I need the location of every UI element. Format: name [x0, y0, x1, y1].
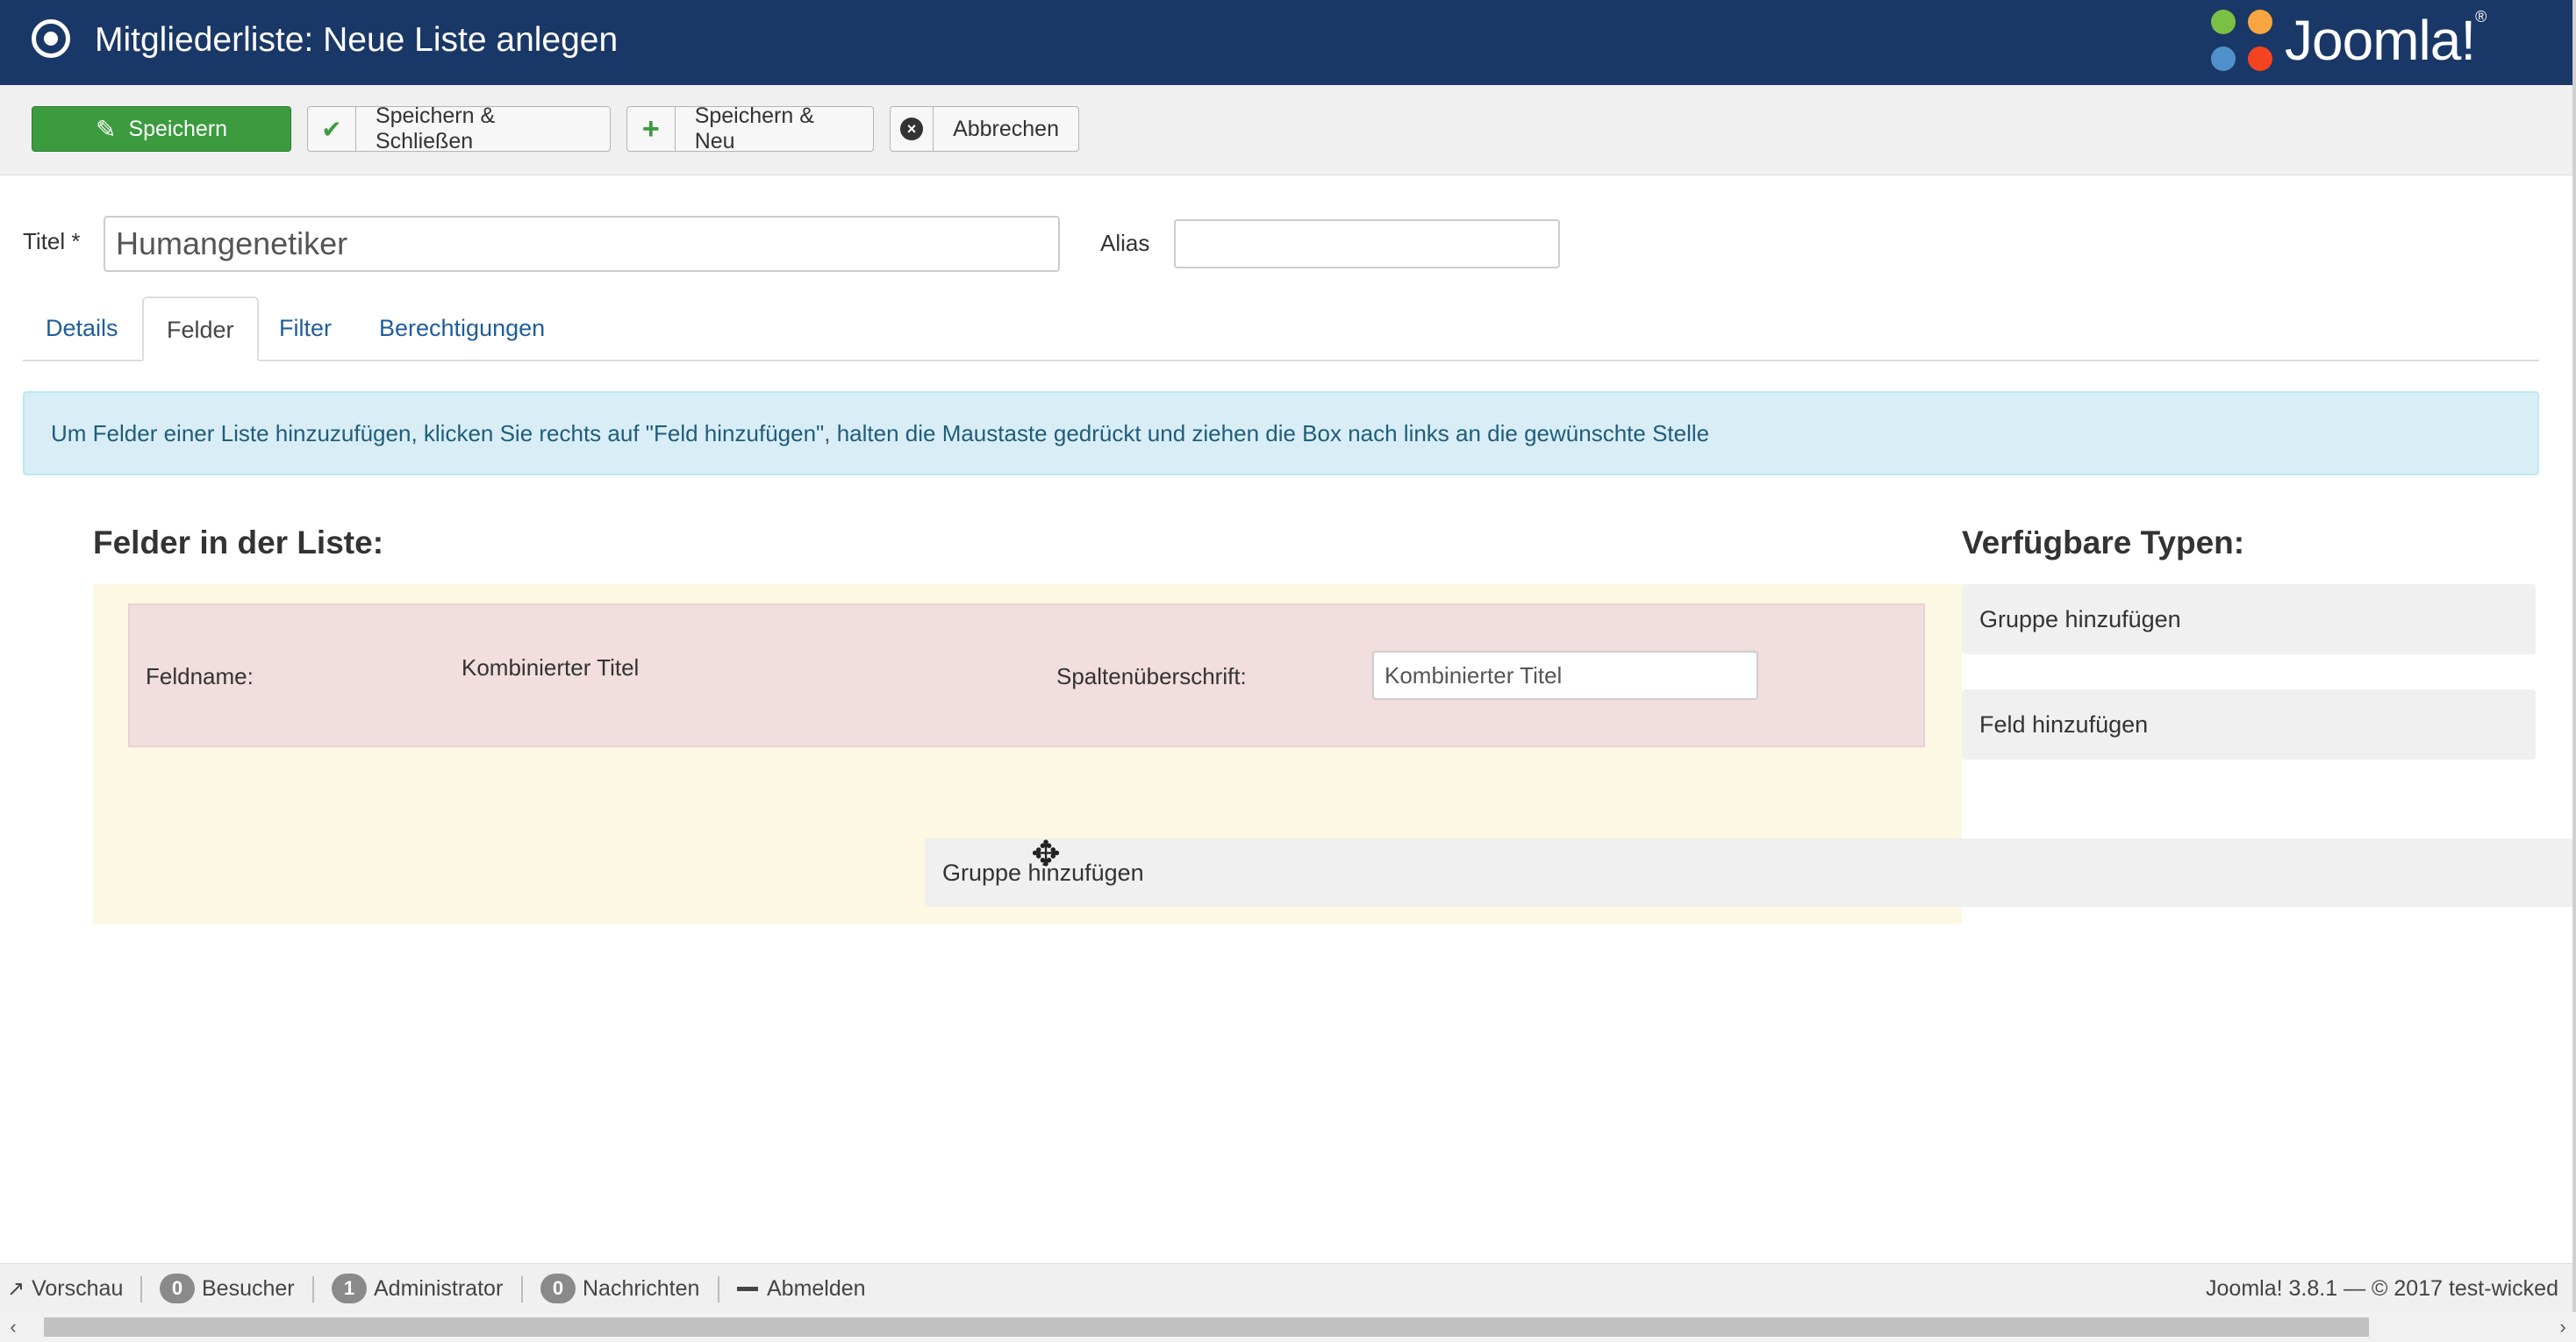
- horizontal-scrollbar[interactable]: ‹ ›: [0, 1312, 2576, 1342]
- plus-icon: +: [627, 107, 676, 151]
- column-heading-input[interactable]: [1372, 651, 1758, 700]
- column-heading-label: Spaltenüberschrift:: [1056, 663, 1247, 689]
- tab-filter[interactable]: Filter: [256, 296, 354, 360]
- admin-status[interactable]: 1 Administrator: [332, 1264, 503, 1313]
- vertical-scrollbar[interactable]: [2572, 0, 2576, 1312]
- save-new-button[interactable]: + Speichern & Neu: [626, 104, 874, 153]
- logout-link[interactable]: Abmelden: [737, 1264, 866, 1313]
- page-title: Mitgliederliste: Neue Liste anlegen: [95, 21, 619, 59]
- divider: [312, 1276, 314, 1303]
- scrollbar-thumb[interactable]: [44, 1317, 2369, 1337]
- divider: [140, 1276, 142, 1303]
- status-bar: ↗ Vorschau 0 Besucher 1 Administrator 0 …: [0, 1263, 2572, 1313]
- joomla-logo: Joomla!®: [2209, 5, 2487, 75]
- available-types-heading: Verfügbare Typen:: [1962, 525, 2245, 560]
- close-circle-icon: ×: [891, 107, 934, 151]
- tab-bar: Details Felder Filter Berechtigungen: [23, 296, 2539, 361]
- external-link-icon: ↗: [7, 1276, 25, 1301]
- info-alert: Um Felder einer Liste hinzuzufügen, klic…: [23, 391, 2539, 475]
- tab-berechtigungen[interactable]: Berechtigungen: [356, 296, 568, 360]
- tab-details[interactable]: Details: [23, 296, 141, 360]
- alias-input[interactable]: [1174, 219, 1560, 268]
- add-field-item[interactable]: Feld hinzufügen: [1962, 689, 2536, 760]
- field-name-label: Feldname:: [146, 663, 254, 689]
- dragging-group-item[interactable]: Gruppe hinzufügen: [925, 839, 2576, 907]
- title-input[interactable]: [104, 216, 1060, 272]
- version-info: Joomla! 3.8.1 — © 2017 test-wicked: [2206, 1264, 2558, 1313]
- move-cursor-icon: ✥: [1031, 835, 1061, 874]
- add-group-item[interactable]: Gruppe hinzufügen: [1962, 584, 2536, 654]
- preview-link[interactable]: ↗ Vorschau: [7, 1264, 123, 1313]
- divider: [521, 1276, 523, 1303]
- title-label: Titel *: [23, 228, 81, 254]
- version-text: Joomla! 3.8.1: [2206, 1276, 2338, 1301]
- header-bar: Mitgliederliste: Neue Liste anlegen Joom…: [0, 0, 2576, 85]
- copyright-text: — © 2017 test-wicked: [2343, 1276, 2558, 1301]
- cancel-button[interactable]: × Abbrechen: [890, 106, 1079, 152]
- tab-felder[interactable]: Felder: [142, 296, 259, 361]
- divider: [718, 1276, 719, 1303]
- minus-icon: [737, 1286, 758, 1291]
- admin-count-badge: 1: [332, 1274, 367, 1303]
- alias-label: Alias: [1100, 230, 1150, 256]
- messages-count-badge: 0: [540, 1274, 576, 1303]
- visitors-status[interactable]: 0 Besucher: [160, 1264, 295, 1313]
- target-icon: [32, 19, 70, 58]
- edit-icon: ✎: [95, 115, 117, 143]
- scroll-right-icon[interactable]: ›: [2550, 1312, 2576, 1342]
- visitors-count-badge: 0: [160, 1274, 195, 1303]
- save-button[interactable]: ✎ Speichern: [32, 106, 291, 152]
- messages-status[interactable]: 0 Nachrichten: [540, 1264, 699, 1313]
- scroll-left-icon[interactable]: ‹: [0, 1312, 26, 1342]
- joomla-logo-icon: [2209, 6, 2278, 75]
- toolbar: ✎ Speichern ✔ Speichern & Schließen + Sp…: [0, 85, 2572, 175]
- joomla-wordmark: Joomla!®: [2285, 8, 2487, 72]
- save-close-button[interactable]: ✔ Speichern & Schließen: [307, 104, 611, 153]
- field-name-value: Kombinierter Titel: [462, 654, 640, 681]
- fields-list-heading: Felder in der Liste:: [93, 525, 384, 560]
- check-icon: ✔: [308, 107, 356, 151]
